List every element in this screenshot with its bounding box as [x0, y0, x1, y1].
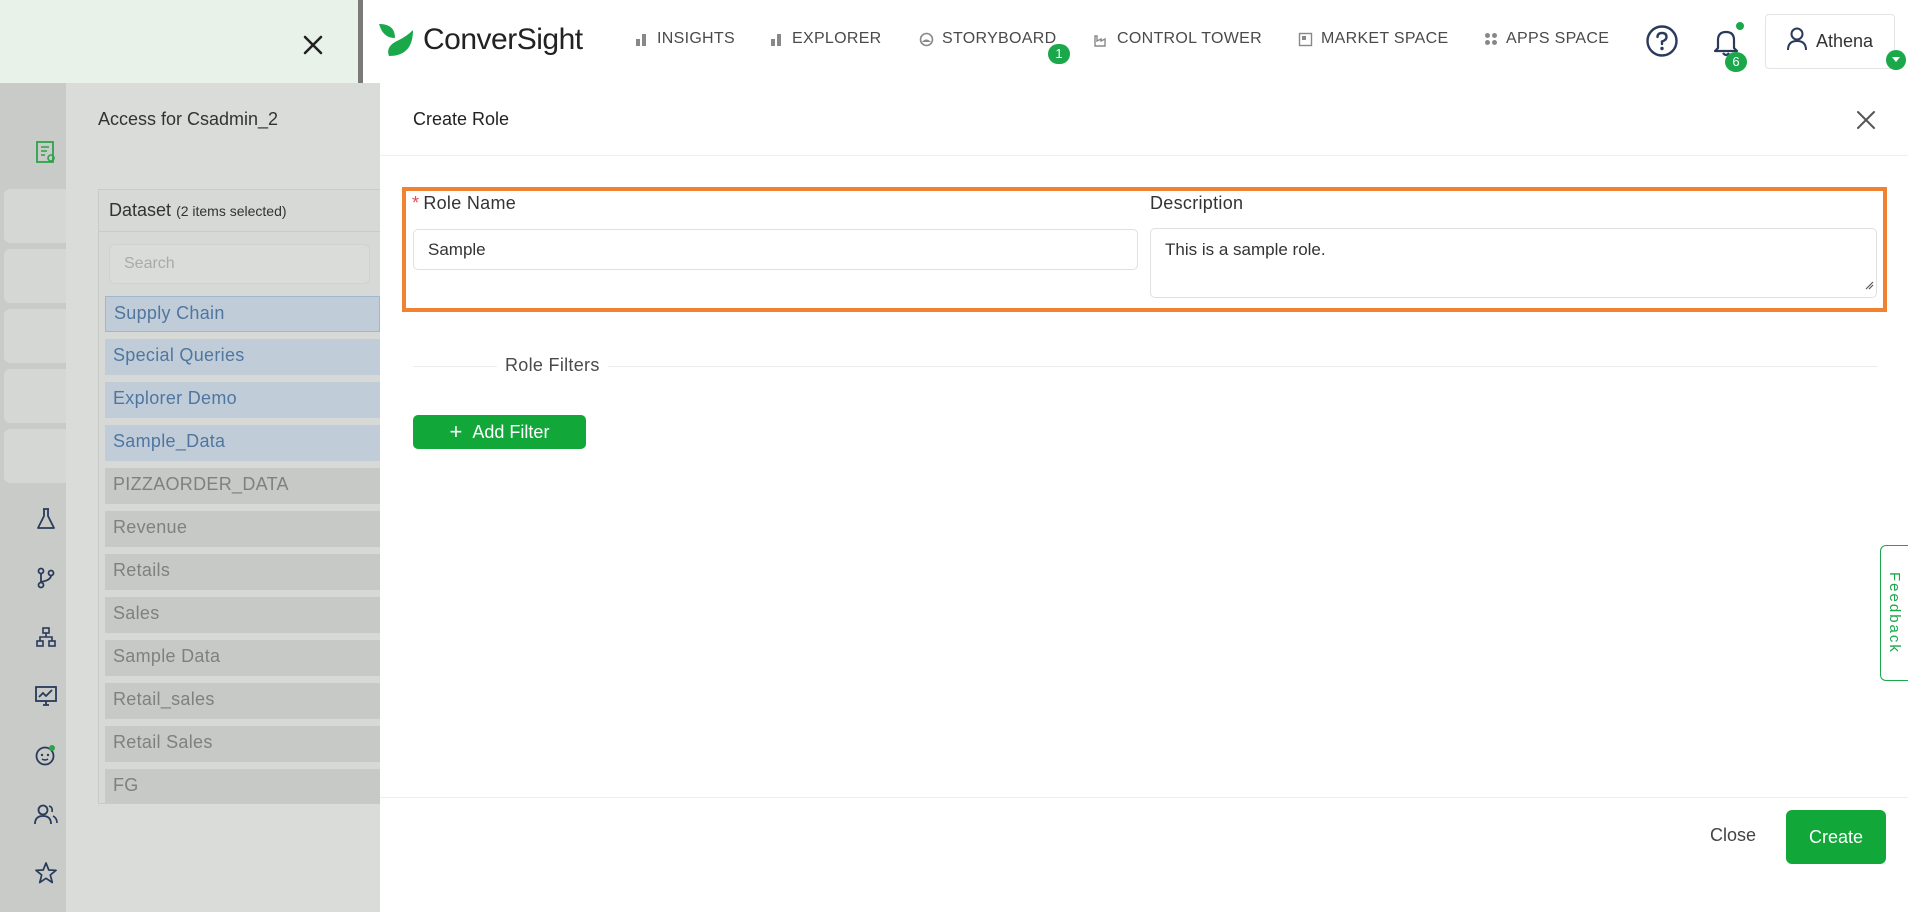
- list-item[interactable]: Retail_sales: [105, 683, 380, 719]
- nav-market-space[interactable]: MARKET SPACE: [1298, 30, 1448, 48]
- store-icon: [1298, 32, 1313, 47]
- sidebar-block: [4, 369, 66, 423]
- logo-icon: [379, 24, 413, 56]
- description-label: Description: [1150, 193, 1244, 213]
- search-input[interactable]: Search: [109, 244, 370, 284]
- list-item[interactable]: Explorer Demo: [105, 382, 380, 418]
- feedback-label: Feedback: [1886, 572, 1903, 654]
- close-button[interactable]: Close: [1710, 825, 1756, 846]
- role-name-label: * Role Name: [412, 193, 517, 213]
- bar-chart-icon: [635, 32, 649, 46]
- dataset-count: (2 items selected): [176, 203, 287, 219]
- description-textarea[interactable]: This is a sample role.: [1150, 228, 1877, 298]
- background-page: Access for Csadmin_2 Dataset (2 items se…: [66, 83, 380, 912]
- list-item[interactable]: Revenue: [105, 511, 380, 547]
- nav-label: CONTROL TOWER: [1117, 30, 1262, 47]
- face-icon[interactable]: [32, 741, 60, 769]
- nav-insights[interactable]: INSIGHTS: [635, 30, 735, 48]
- help-icon[interactable]: [1645, 24, 1679, 63]
- description-value: This is a sample role.: [1165, 240, 1326, 259]
- flask-icon[interactable]: [32, 505, 60, 533]
- chevron-down-icon[interactable]: [1886, 50, 1906, 70]
- list-item[interactable]: Supply Chain: [105, 296, 380, 332]
- sidebar-block: [4, 249, 66, 303]
- brand-name: ConverSight: [423, 23, 583, 56]
- list-item[interactable]: Retails: [105, 554, 380, 590]
- create-role-dialog: Create Role * Role Name Sample Descriptio…: [380, 83, 1908, 912]
- git-branch-icon[interactable]: [32, 564, 60, 592]
- nav-label: EXPLORER: [792, 30, 882, 47]
- storyboard-badge: 1: [1048, 44, 1070, 64]
- list-item[interactable]: Retail Sales: [105, 726, 380, 762]
- notification-badge: 6: [1725, 52, 1747, 72]
- palette-icon: [919, 32, 934, 47]
- add-filter-button[interactable]: + Add Filter: [413, 415, 586, 449]
- sidebar-block: [4, 309, 66, 363]
- close-icon[interactable]: [298, 30, 328, 60]
- factory-icon: [1094, 32, 1109, 47]
- create-button[interactable]: Create: [1786, 810, 1886, 864]
- nav-explorer[interactable]: EXPLORER: [770, 30, 882, 48]
- divider: [380, 155, 1908, 156]
- divider: [380, 797, 1908, 798]
- hierarchy-icon[interactable]: [32, 623, 60, 651]
- role-name-input[interactable]: Sample: [413, 229, 1138, 270]
- user-menu[interactable]: Athena: [1765, 14, 1895, 69]
- status-dot: [1736, 22, 1744, 30]
- dataset-panel: Dataset (2 items selected) Search Supply…: [98, 189, 380, 804]
- list-item[interactable]: Sales: [105, 597, 380, 633]
- resize-handle-icon[interactable]: [1865, 275, 1874, 295]
- nav-label: STORYBOARD: [942, 30, 1057, 47]
- nav-label: APPS SPACE: [1506, 30, 1610, 47]
- dataset-title: Dataset: [109, 200, 172, 220]
- feedback-tab[interactable]: Feedback: [1880, 545, 1908, 681]
- nav-control-tower[interactable]: CONTROL TOWER: [1094, 30, 1262, 48]
- brand-logo[interactable]: ConverSight: [375, 20, 583, 60]
- list-item[interactable]: Sample_Data: [105, 425, 380, 461]
- dataset-header: Dataset (2 items selected): [99, 190, 380, 232]
- top-header: ConverSight INSIGHTS EXPLORER STORYBOARD…: [363, 0, 1908, 83]
- nav-label: MARKET SPACE: [1321, 30, 1449, 47]
- list-item[interactable]: Special Queries: [105, 339, 380, 375]
- nav-apps-space[interactable]: APPS SPACE: [1484, 30, 1609, 48]
- role-filters-heading: Role Filters: [497, 355, 608, 376]
- sidebar-block: [4, 429, 66, 483]
- user-name: Athena: [1816, 31, 1874, 51]
- monitor-chart-icon[interactable]: [32, 682, 60, 710]
- required-marker: *: [412, 193, 420, 213]
- star-icon[interactable]: [32, 859, 60, 887]
- list-item[interactable]: Sample Data: [105, 640, 380, 676]
- list-item[interactable]: PIZZAORDER_DATA: [105, 468, 380, 504]
- report-icon[interactable]: [32, 138, 60, 166]
- access-title: Access for Csadmin_2: [98, 109, 279, 129]
- users-icon[interactable]: [32, 800, 60, 828]
- dialog-title: Create Role: [413, 109, 510, 129]
- grid-icon: [1484, 32, 1498, 46]
- add-filter-label: Add Filter: [472, 421, 550, 442]
- bar-chart-icon: [770, 32, 784, 46]
- list-item[interactable]: FG: [105, 769, 380, 803]
- left-sidebar: [0, 83, 66, 912]
- divider: [413, 366, 1878, 367]
- nav-storyboard[interactable]: STORYBOARD: [919, 30, 1056, 48]
- side-panel-header: [0, 0, 358, 83]
- sidebar-block: [4, 189, 66, 243]
- close-icon[interactable]: [1853, 107, 1879, 133]
- user-icon: [1786, 27, 1808, 56]
- plus-icon: +: [449, 419, 463, 444]
- nav-label: INSIGHTS: [657, 30, 735, 47]
